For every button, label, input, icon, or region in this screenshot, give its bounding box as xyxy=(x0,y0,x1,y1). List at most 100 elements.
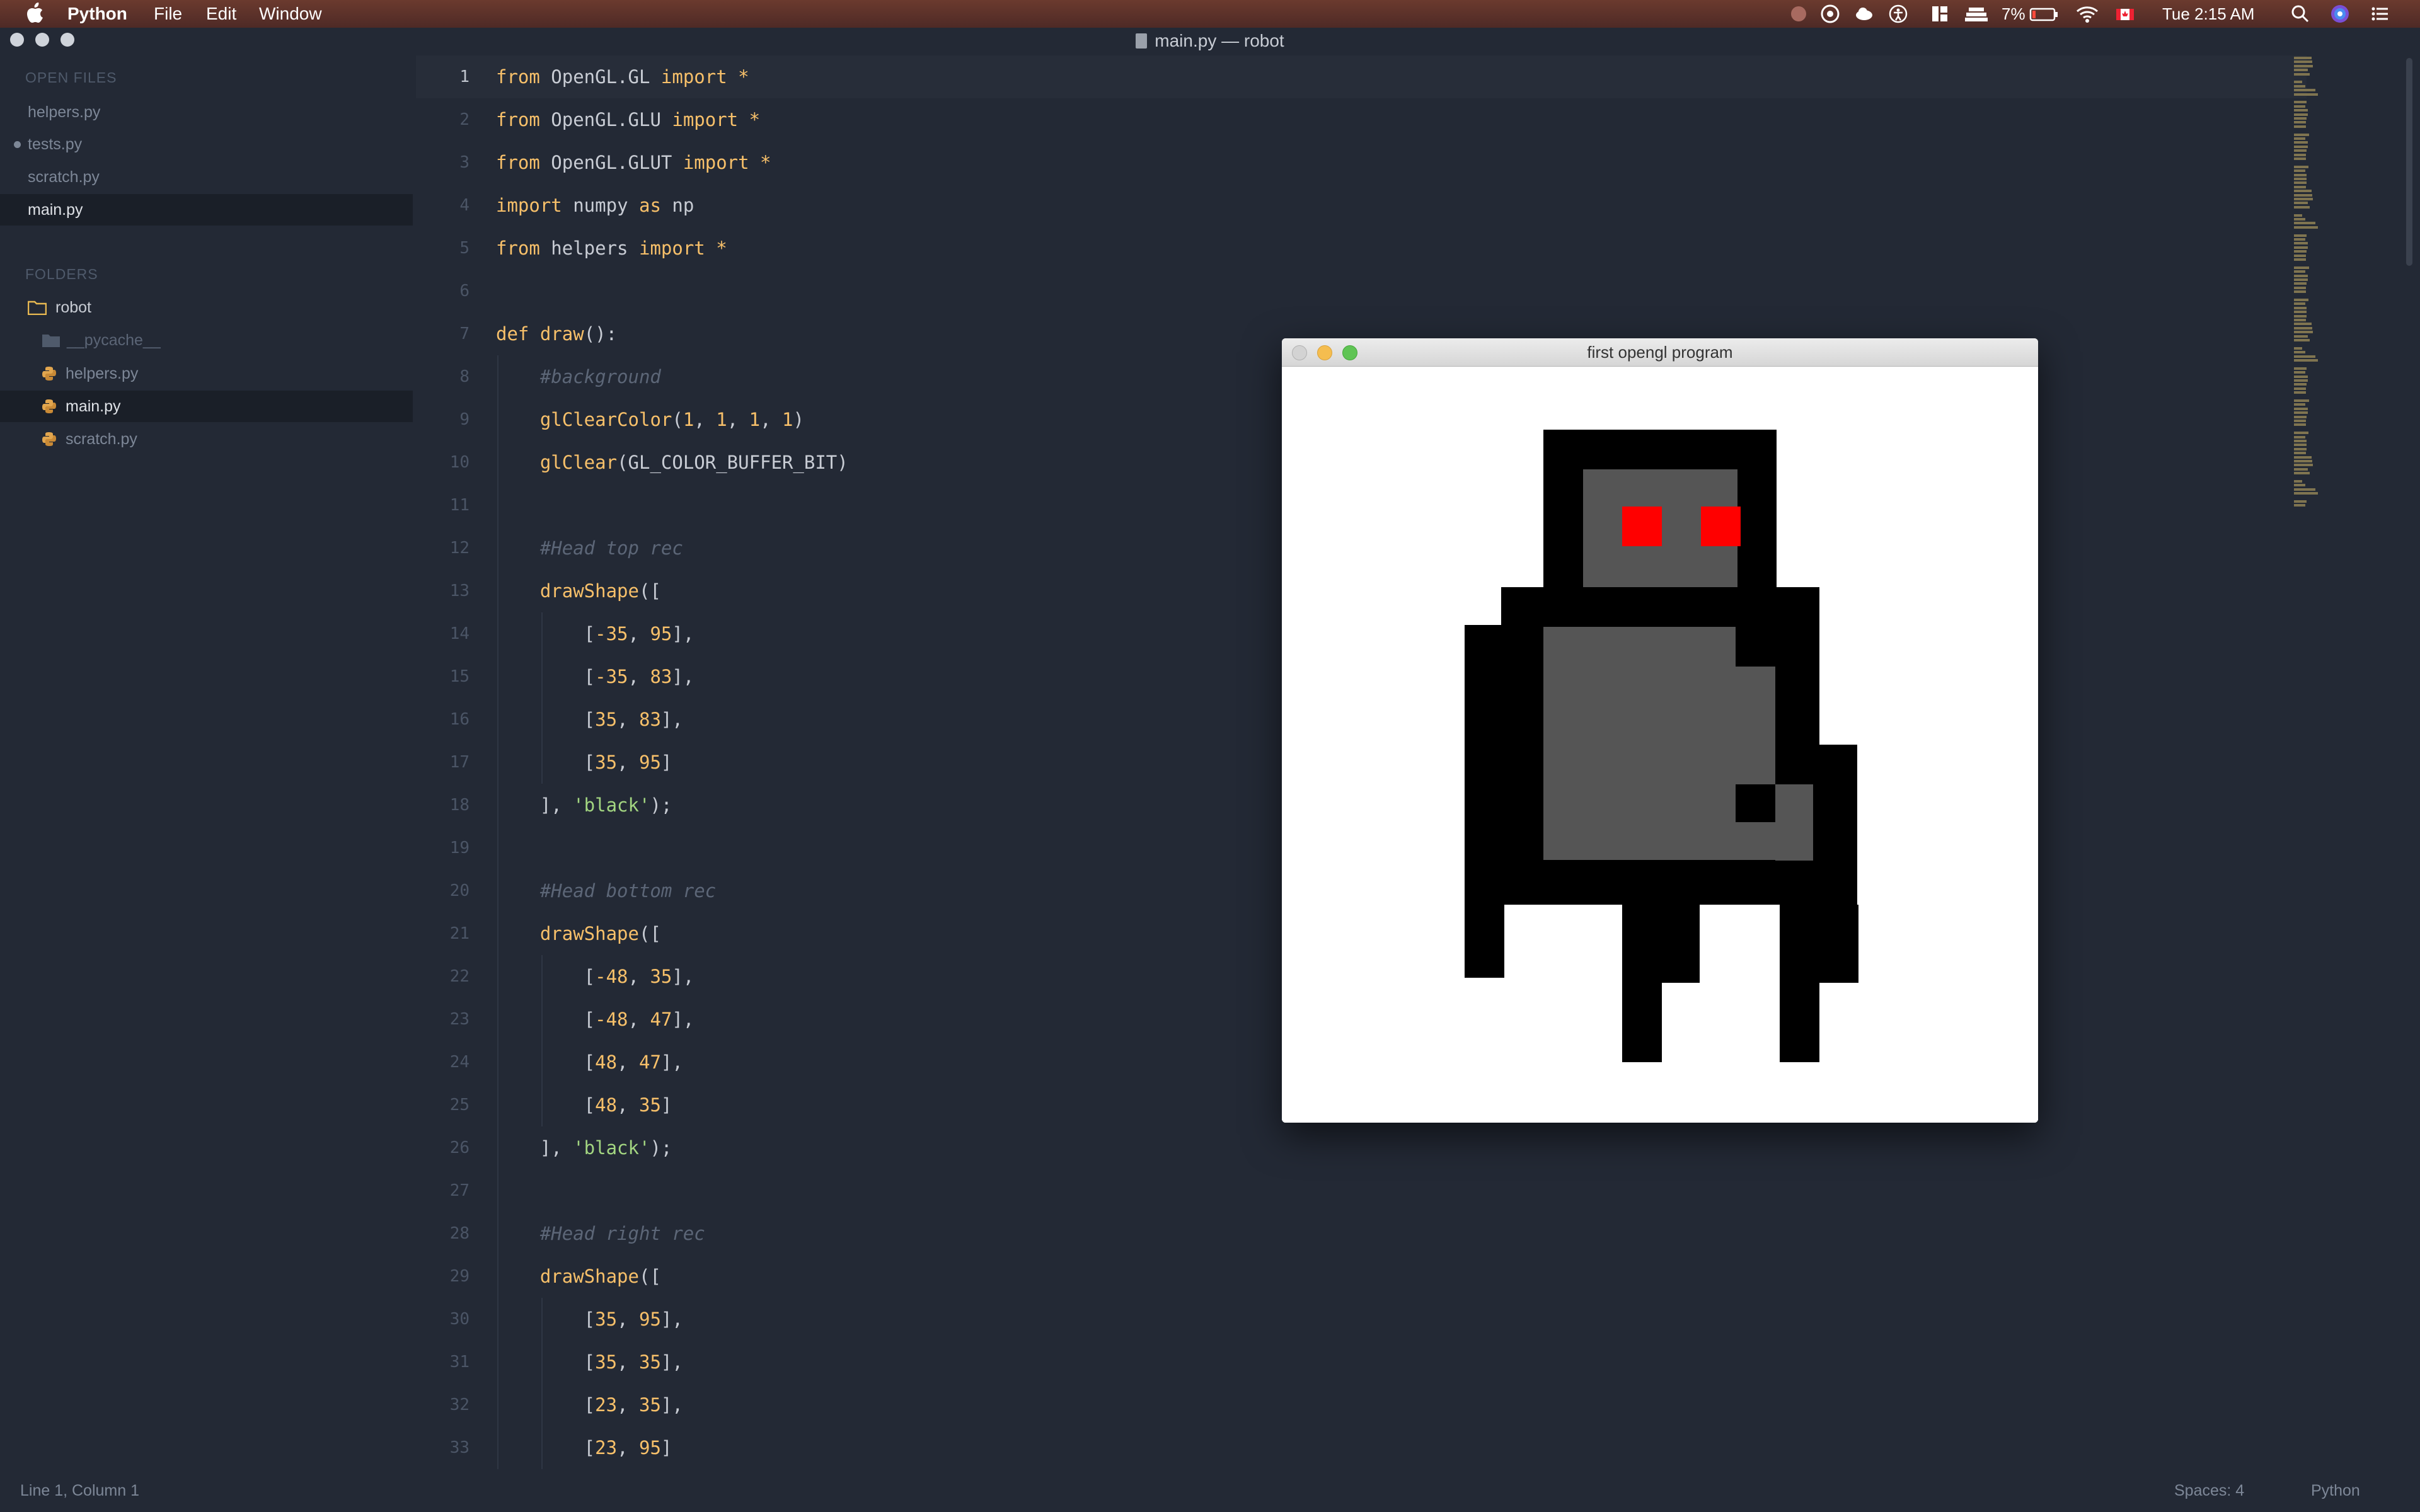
minimap-line xyxy=(2294,173,2307,176)
line-number: 20 xyxy=(449,881,470,900)
line-number: 4 xyxy=(459,196,470,215)
minimap-line xyxy=(2294,69,2308,72)
accessibility-icon[interactable] xyxy=(1888,4,1908,24)
code-text: from helpers import * xyxy=(496,238,727,259)
folder-robot[interactable]: robot xyxy=(0,292,413,323)
layout-icon[interactable] xyxy=(1930,4,1950,24)
minimap-line xyxy=(2294,270,2305,273)
code-text: import numpy as np xyxy=(496,195,694,216)
line-number: 1 xyxy=(459,67,470,86)
code-line[interactable]: 32 [23, 35], xyxy=(416,1383,2307,1426)
minimap-line xyxy=(2294,306,2307,309)
code-text: glClear(GL_COLOR_BUFFER_BIT) xyxy=(539,452,848,473)
opengl-window-title: first opengl program xyxy=(1587,343,1733,362)
line-number: 17 xyxy=(449,753,470,772)
cloud-icon[interactable] xyxy=(1854,4,1874,24)
minimap-line xyxy=(2294,202,2308,205)
minimap-line xyxy=(2294,326,2312,329)
record-icon[interactable] xyxy=(1789,4,1809,24)
minimap-line xyxy=(2294,109,2308,112)
clock[interactable]: Tue 2:15 AM xyxy=(2162,3,2254,25)
minimap-line xyxy=(2294,242,2308,245)
minimap-line xyxy=(2294,125,2307,128)
menu-file[interactable]: File xyxy=(154,3,182,25)
folder-pycache[interactable]: __pycache__ xyxy=(0,324,413,356)
battery-icon[interactable] xyxy=(2029,4,2060,24)
minimap-line xyxy=(2294,141,2308,144)
canada-flag-icon[interactable] xyxy=(2115,4,2135,24)
minimap-line xyxy=(2294,64,2313,67)
opengl-titlebar[interactable]: first opengl program xyxy=(1282,338,2038,367)
search-icon[interactable] xyxy=(2290,4,2310,24)
tree-file-helpers[interactable]: helpers.py xyxy=(0,358,413,389)
code-line[interactable]: 28 #Head right rec xyxy=(416,1212,2307,1255)
minimap-line xyxy=(2294,137,2305,140)
code-line[interactable]: 4 import numpy as np xyxy=(416,184,2307,227)
code-line[interactable]: 30 [35, 95], xyxy=(416,1298,2307,1341)
menu-window[interactable]: Window xyxy=(259,3,322,25)
notification-center-icon[interactable] xyxy=(2370,4,2390,24)
minimap-line xyxy=(2294,407,2308,410)
minimap-line xyxy=(2294,415,2307,418)
robot-left-arm-end xyxy=(1465,905,1504,978)
minimap-line xyxy=(2294,492,2319,495)
stack-icon[interactable] xyxy=(1964,4,1989,24)
line-number: 5 xyxy=(459,239,470,258)
folder-open-icon xyxy=(28,301,47,315)
open-file-tests[interactable]: tests.py xyxy=(0,129,413,160)
minimap-line xyxy=(2294,351,2305,354)
indentation-setting[interactable]: Spaces: 4 xyxy=(2174,1482,2244,1500)
minimap-line xyxy=(2294,432,2308,435)
cursor-position[interactable]: Line 1, Column 1 xyxy=(20,1482,139,1500)
minimap-line xyxy=(2294,411,2308,415)
code-line[interactable]: 29 drawShape([ xyxy=(416,1255,2307,1298)
tree-file-main[interactable]: main.py xyxy=(0,391,413,422)
minimap-line xyxy=(2294,335,2308,338)
code-text: def draw(): xyxy=(496,323,618,345)
syntax-setting[interactable]: Python xyxy=(2311,1482,2360,1500)
code-text: [48, 35] xyxy=(496,1094,672,1116)
code-line[interactable]: 1 from OpenGL.GL import * xyxy=(416,55,2307,98)
open-file-scratch[interactable]: scratch.py xyxy=(0,161,413,193)
minimap-line xyxy=(2294,254,2307,257)
minimap-line xyxy=(2294,153,2307,156)
minimap[interactable] xyxy=(2294,55,2363,547)
creative-cloud-icon[interactable] xyxy=(1820,4,1840,24)
minimap-line xyxy=(2294,226,2319,229)
minimap-line xyxy=(2294,181,2307,185)
minimap-line xyxy=(2294,460,2312,462)
minimap-line xyxy=(2294,258,2307,261)
code-line[interactable]: 26 ], 'black'); xyxy=(416,1126,2307,1169)
open-file-main[interactable]: main.py xyxy=(0,194,413,226)
minimap-line xyxy=(2294,484,2305,487)
open-file-label: main.py xyxy=(28,201,83,219)
opengl-window[interactable]: first opengl program xyxy=(1282,338,2038,1123)
open-file-helpers[interactable]: helpers.py xyxy=(0,96,413,128)
code-line[interactable]: 3 from OpenGL.GLUT import * xyxy=(416,141,2307,184)
minimap-line xyxy=(2294,346,2303,350)
minimap-line xyxy=(2294,266,2309,269)
vertical-scrollbar[interactable] xyxy=(2406,58,2412,266)
folders-heading: FOLDERS xyxy=(25,266,98,282)
minimap-line xyxy=(2294,89,2315,92)
code-line[interactable]: 31 [35, 35], xyxy=(416,1341,2307,1383)
canvas-gap-right xyxy=(1858,808,2038,1123)
code-line[interactable]: 5 from helpers import * xyxy=(416,227,2307,270)
code-line[interactable]: 33 [23, 95] xyxy=(416,1426,2307,1469)
code-line[interactable]: 2 from OpenGL.GLU import * xyxy=(416,98,2307,141)
apple-icon[interactable] xyxy=(25,3,44,24)
code-line[interactable]: 6 xyxy=(416,270,2307,312)
tree-file-scratch[interactable]: scratch.py xyxy=(0,423,413,455)
menu-edit[interactable]: Edit xyxy=(206,3,236,25)
robot-left-shin xyxy=(1622,905,1662,1062)
wifi-icon[interactable] xyxy=(2075,4,2100,24)
line-number: 30 xyxy=(449,1310,470,1329)
menu-app-python[interactable]: Python xyxy=(67,3,127,25)
minimap-line xyxy=(2294,375,2308,378)
code-text: glClearColor(1, 1, 1, 1) xyxy=(539,409,804,430)
indent-guide xyxy=(541,1298,543,1469)
opengl-canvas[interactable] xyxy=(1282,367,2038,1123)
code-line[interactable]: 27 xyxy=(416,1169,2307,1212)
siri-icon[interactable] xyxy=(2330,4,2350,24)
line-number: 13 xyxy=(449,581,470,600)
